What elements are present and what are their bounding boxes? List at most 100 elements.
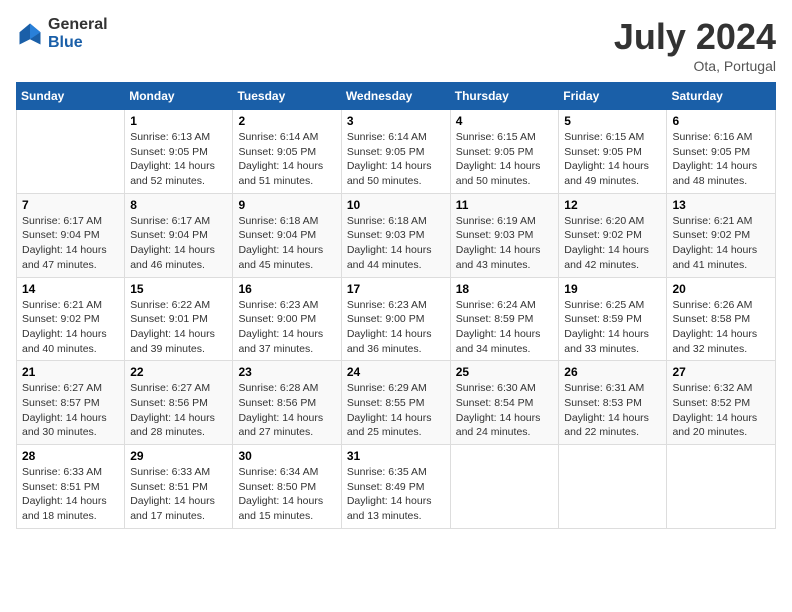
day-number: 26 — [564, 365, 661, 379]
day-info: Sunrise: 6:28 AM Sunset: 8:56 PM Dayligh… — [238, 381, 335, 440]
day-number: 23 — [238, 365, 335, 379]
day-number: 31 — [347, 449, 445, 463]
calendar-cell: 22 Sunrise: 6:27 AM Sunset: 8:56 PM Dayli… — [125, 361, 233, 445]
calendar-cell: 23 Sunrise: 6:28 AM Sunset: 8:56 PM Dayli… — [233, 361, 341, 445]
day-info: Sunrise: 6:34 AM Sunset: 8:50 PM Dayligh… — [238, 465, 335, 524]
calendar-cell: 25 Sunrise: 6:30 AM Sunset: 8:54 PM Dayli… — [450, 361, 559, 445]
calendar-cell: 27 Sunrise: 6:32 AM Sunset: 8:52 PM Dayli… — [667, 361, 776, 445]
calendar-cell: 5 Sunrise: 6:15 AM Sunset: 9:05 PM Daylig… — [559, 110, 667, 194]
logo-icon — [16, 20, 44, 48]
calendar-cell: 4 Sunrise: 6:15 AM Sunset: 9:05 PM Daylig… — [450, 110, 559, 194]
day-number: 25 — [456, 365, 554, 379]
day-number: 27 — [672, 365, 770, 379]
calendar-week-1: 1 Sunrise: 6:13 AM Sunset: 9:05 PM Daylig… — [17, 110, 776, 194]
calendar-cell: 18Sunrise: 6:24 AM Sunset: 8:59 PM Dayli… — [450, 277, 559, 361]
day-info: Sunrise: 6:14 AM Sunset: 9:05 PM Dayligh… — [238, 130, 335, 189]
day-info: Sunrise: 6:18 AM Sunset: 9:04 PM Dayligh… — [238, 214, 335, 273]
logo: General Blue — [16, 16, 108, 51]
day-info: Sunrise: 6:23 AM Sunset: 9:00 PM Dayligh… — [238, 298, 335, 357]
day-info: Sunrise: 6:22 AM Sunset: 9:01 PM Dayligh… — [130, 298, 227, 357]
calendar-cell: 15 Sunrise: 6:22 AM Sunset: 9:01 PM Dayli… — [125, 277, 233, 361]
day-info: Sunrise: 6:17 AM Sunset: 9:04 PM Dayligh… — [130, 214, 227, 273]
calendar-week-2: 7 Sunrise: 6:17 AM Sunset: 9:04 PM Daylig… — [17, 193, 776, 277]
day-info: Sunrise: 6:15 AM Sunset: 9:05 PM Dayligh… — [564, 130, 661, 189]
day-number: 21 — [22, 365, 119, 379]
calendar-cell: 16Sunrise: 6:23 AM Sunset: 9:00 PM Dayli… — [233, 277, 341, 361]
day-info: Sunrise: 6:29 AM Sunset: 8:55 PM Dayligh… — [347, 381, 445, 440]
day-info: Sunrise: 6:17 AM Sunset: 9:04 PM Dayligh… — [22, 214, 119, 273]
day-number: 29 — [130, 449, 227, 463]
day-info: Sunrise: 6:25 AM Sunset: 8:59 PM Dayligh… — [564, 298, 661, 357]
day-number: 11 — [456, 198, 554, 212]
calendar-cell: 13 Sunrise: 6:21 AM Sunset: 9:02 PM Dayli… — [667, 193, 776, 277]
calendar-cell: 20 Sunrise: 6:26 AM Sunset: 8:58 PM Dayli… — [667, 277, 776, 361]
day-number: 22 — [130, 365, 227, 379]
day-number: 15 — [130, 282, 227, 296]
calendar-table: SundayMondayTuesdayWednesdayThursdayFrid… — [16, 82, 776, 529]
day-info: Sunrise: 6:27 AM Sunset: 8:57 PM Dayligh… — [22, 381, 119, 440]
day-number: 1 — [130, 114, 227, 128]
day-number: 10 — [347, 198, 445, 212]
day-number: 3 — [347, 114, 445, 128]
calendar-cell: 12Sunrise: 6:20 AM Sunset: 9:02 PM Dayli… — [559, 193, 667, 277]
day-number: 20 — [672, 282, 770, 296]
calendar-cell: 8 Sunrise: 6:17 AM Sunset: 9:04 PM Daylig… — [125, 193, 233, 277]
calendar-cell: 31 Sunrise: 6:35 AM Sunset: 8:49 PM Dayli… — [341, 445, 450, 529]
day-info: Sunrise: 6:15 AM Sunset: 9:05 PM Dayligh… — [456, 130, 554, 189]
calendar-cell: 3 Sunrise: 6:14 AM Sunset: 9:05 PM Daylig… — [341, 110, 450, 194]
calendar-cell: 11Sunrise: 6:19 AM Sunset: 9:03 PM Dayli… — [450, 193, 559, 277]
day-info: Sunrise: 6:35 AM Sunset: 8:49 PM Dayligh… — [347, 465, 445, 524]
calendar-body: 1 Sunrise: 6:13 AM Sunset: 9:05 PM Daylig… — [17, 110, 776, 529]
calendar-cell: 17 Sunrise: 6:23 AM Sunset: 9:00 PM Dayli… — [341, 277, 450, 361]
day-number: 5 — [564, 114, 661, 128]
column-header-thursday: Thursday — [450, 83, 559, 110]
day-info: Sunrise: 6:16 AM Sunset: 9:05 PM Dayligh… — [672, 130, 770, 189]
calendar-cell: 1 Sunrise: 6:13 AM Sunset: 9:05 PM Daylig… — [125, 110, 233, 194]
calendar-week-3: 14 Sunrise: 6:21 AM Sunset: 9:02 PM Dayli… — [17, 277, 776, 361]
day-number: 13 — [672, 198, 770, 212]
page-title: July 2024 — [614, 16, 776, 58]
day-number: 7 — [22, 198, 119, 212]
calendar-cell: 21 Sunrise: 6:27 AM Sunset: 8:57 PM Dayli… — [17, 361, 125, 445]
day-info: Sunrise: 6:24 AM Sunset: 8:59 PM Dayligh… — [456, 298, 554, 357]
calendar-cell — [17, 110, 125, 194]
calendar-cell: 26 Sunrise: 6:31 AM Sunset: 8:53 PM Dayli… — [559, 361, 667, 445]
day-info: Sunrise: 6:20 AM Sunset: 9:02 PM Dayligh… — [564, 214, 661, 273]
day-number: 30 — [238, 449, 335, 463]
calendar-cell: 6Sunrise: 6:16 AM Sunset: 9:05 PM Daylig… — [667, 110, 776, 194]
calendar-cell: 14 Sunrise: 6:21 AM Sunset: 9:02 PM Dayli… — [17, 277, 125, 361]
day-number: 2 — [238, 114, 335, 128]
title-block: July 2024 Ota, Portugal — [614, 16, 776, 74]
day-info: Sunrise: 6:30 AM Sunset: 8:54 PM Dayligh… — [456, 381, 554, 440]
calendar-week-4: 21 Sunrise: 6:27 AM Sunset: 8:57 PM Dayli… — [17, 361, 776, 445]
day-info: Sunrise: 6:26 AM Sunset: 8:58 PM Dayligh… — [672, 298, 770, 357]
page-header: General Blue July 2024 Ota, Portugal — [16, 16, 776, 74]
calendar-cell — [667, 445, 776, 529]
day-info: Sunrise: 6:13 AM Sunset: 9:05 PM Dayligh… — [130, 130, 227, 189]
calendar-cell: 9Sunrise: 6:18 AM Sunset: 9:04 PM Daylig… — [233, 193, 341, 277]
day-info: Sunrise: 6:21 AM Sunset: 9:02 PM Dayligh… — [22, 298, 119, 357]
day-number: 14 — [22, 282, 119, 296]
calendar-cell: 2 Sunrise: 6:14 AM Sunset: 9:05 PM Daylig… — [233, 110, 341, 194]
calendar-cell: 28Sunrise: 6:33 AM Sunset: 8:51 PM Dayli… — [17, 445, 125, 529]
day-info: Sunrise: 6:33 AM Sunset: 8:51 PM Dayligh… — [22, 465, 119, 524]
day-number: 19 — [564, 282, 661, 296]
calendar-header-row: SundayMondayTuesdayWednesdayThursdayFrid… — [17, 83, 776, 110]
calendar-week-5: 28Sunrise: 6:33 AM Sunset: 8:51 PM Dayli… — [17, 445, 776, 529]
day-number: 17 — [347, 282, 445, 296]
day-info: Sunrise: 6:31 AM Sunset: 8:53 PM Dayligh… — [564, 381, 661, 440]
day-info: Sunrise: 6:33 AM Sunset: 8:51 PM Dayligh… — [130, 465, 227, 524]
calendar-cell: 24Sunrise: 6:29 AM Sunset: 8:55 PM Dayli… — [341, 361, 450, 445]
day-info: Sunrise: 6:32 AM Sunset: 8:52 PM Dayligh… — [672, 381, 770, 440]
calendar-cell: 7 Sunrise: 6:17 AM Sunset: 9:04 PM Daylig… — [17, 193, 125, 277]
day-number: 4 — [456, 114, 554, 128]
logo-general: General — [48, 16, 108, 34]
logo-blue: Blue — [48, 34, 108, 52]
day-info: Sunrise: 6:27 AM Sunset: 8:56 PM Dayligh… — [130, 381, 227, 440]
day-info: Sunrise: 6:23 AM Sunset: 9:00 PM Dayligh… — [347, 298, 445, 357]
day-info: Sunrise: 6:21 AM Sunset: 9:02 PM Dayligh… — [672, 214, 770, 273]
day-info: Sunrise: 6:18 AM Sunset: 9:03 PM Dayligh… — [347, 214, 445, 273]
day-info: Sunrise: 6:14 AM Sunset: 9:05 PM Dayligh… — [347, 130, 445, 189]
calendar-cell — [559, 445, 667, 529]
day-number: 8 — [130, 198, 227, 212]
